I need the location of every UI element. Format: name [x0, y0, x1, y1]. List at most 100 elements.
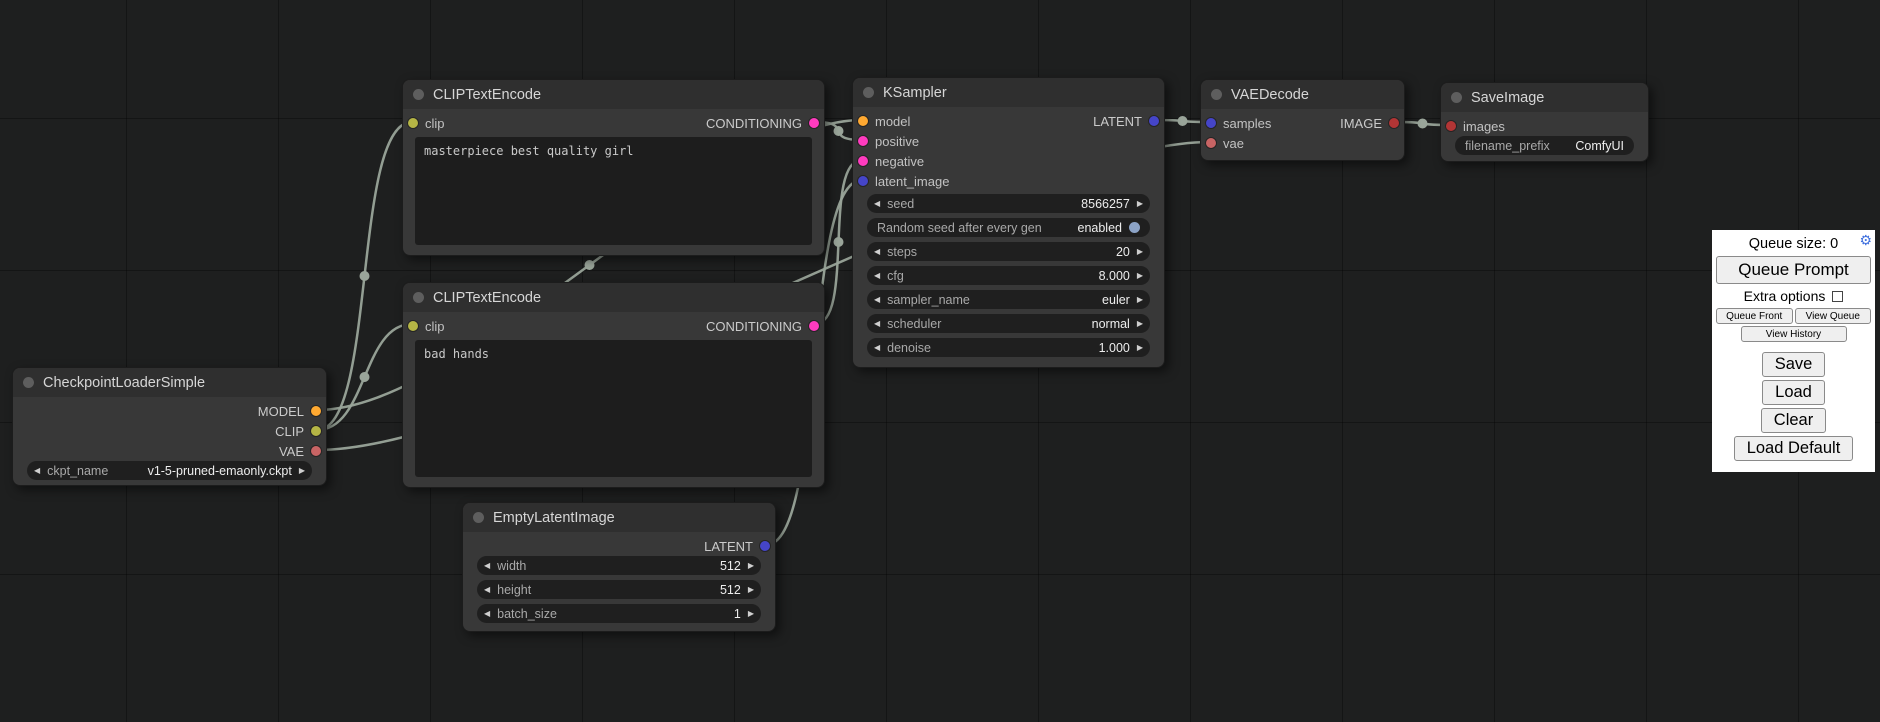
output-connector-latent[interactable]: [1149, 116, 1159, 126]
widget-label: scheduler: [887, 317, 941, 331]
decrement-arrow-icon[interactable]: ◀: [874, 290, 880, 309]
collapse-dot-icon[interactable]: [1211, 89, 1222, 100]
slot-row: VAE: [13, 441, 326, 461]
node-title-bar[interactable]: CLIPTextEncode: [403, 283, 824, 312]
save-button[interactable]: Save: [1762, 352, 1826, 377]
output-connector-vae[interactable]: [311, 446, 321, 456]
node-empty-latent-image[interactable]: EmptyLatentImage LATENT ◀ width 512 ▶ ◀ …: [462, 502, 776, 632]
settings-gear-icon[interactable]: ⚙: [1859, 233, 1872, 247]
node-clip-text-encode-negative[interactable]: CLIPTextEncode clip CONDITIONING bad han…: [402, 282, 825, 488]
output-connector-latent[interactable]: [760, 541, 770, 551]
widget-cfg[interactable]: ◀ cfg 8.000 ▶: [867, 266, 1150, 285]
increment-arrow-icon[interactable]: ▶: [748, 556, 754, 575]
widget-filename-prefix[interactable]: filename_prefix ComfyUI: [1455, 136, 1634, 155]
load-button[interactable]: Load: [1762, 380, 1825, 405]
node-title-bar[interactable]: CheckpointLoaderSimple: [13, 368, 326, 397]
input-connector-clip[interactable]: [408, 321, 418, 331]
link-midpoint-dot: [834, 126, 844, 136]
collapse-dot-icon[interactable]: [23, 377, 34, 388]
output-connector-clip[interactable]: [311, 426, 321, 436]
decrement-arrow-icon[interactable]: ◀: [874, 338, 880, 357]
input-label-model: model: [875, 114, 910, 129]
node-title-bar[interactable]: VAEDecode: [1201, 80, 1404, 109]
node-checkpoint-loader[interactable]: CheckpointLoaderSimple MODEL CLIP VAE ◀ …: [12, 367, 327, 486]
load-default-button[interactable]: Load Default: [1734, 436, 1854, 461]
output-label-model: MODEL: [258, 404, 304, 419]
decrement-arrow-icon[interactable]: ◀: [484, 580, 490, 599]
increment-arrow-icon[interactable]: ▶: [1137, 314, 1143, 333]
increment-arrow-icon[interactable]: ▶: [748, 604, 754, 623]
node-clip-text-encode-positive[interactable]: CLIPTextEncode clip CONDITIONING masterp…: [402, 79, 825, 256]
decrement-arrow-icon[interactable]: ◀: [34, 461, 40, 480]
node-vae-decode[interactable]: VAEDecode samples IMAGE vae: [1200, 79, 1405, 161]
node-title-bar[interactable]: KSampler: [853, 78, 1164, 107]
increment-arrow-icon[interactable]: ▶: [1137, 194, 1143, 213]
slot-row: clip CONDITIONING: [403, 113, 824, 133]
view-history-button[interactable]: View History: [1741, 326, 1847, 342]
input-connector-positive[interactable]: [858, 136, 868, 146]
decrement-arrow-icon[interactable]: ◀: [874, 242, 880, 261]
slot-row: samples IMAGE: [1201, 113, 1404, 133]
input-connector-vae[interactable]: [1206, 138, 1216, 148]
toggle-on-icon[interactable]: [1129, 222, 1140, 233]
input-connector-samples[interactable]: [1206, 118, 1216, 128]
collapse-dot-icon[interactable]: [413, 89, 424, 100]
increment-arrow-icon[interactable]: ▶: [1137, 242, 1143, 261]
output-connector-model[interactable]: [311, 406, 321, 416]
extra-options-checkbox[interactable]: [1832, 291, 1843, 302]
collapse-dot-icon[interactable]: [863, 87, 874, 98]
decrement-arrow-icon[interactable]: ◀: [874, 314, 880, 333]
node-title-bar[interactable]: SaveImage: [1441, 83, 1648, 112]
widget-label: filename_prefix: [1465, 139, 1550, 153]
node-title: VAEDecode: [1231, 87, 1309, 103]
collapse-dot-icon[interactable]: [473, 512, 484, 523]
decrement-arrow-icon[interactable]: ◀: [484, 604, 490, 623]
positive-prompt-textarea[interactable]: masterpiece best quality girl: [415, 137, 812, 245]
output-connector-image[interactable]: [1389, 118, 1399, 128]
link-midpoint-dot: [585, 260, 595, 270]
input-connector-clip[interactable]: [408, 118, 418, 128]
queue-front-button[interactable]: Queue Front: [1716, 308, 1793, 324]
input-connector-latent-image[interactable]: [858, 176, 868, 186]
increment-arrow-icon[interactable]: ▶: [299, 461, 305, 480]
link-midpoint-dot: [834, 237, 844, 247]
widget-ckpt-name[interactable]: ◀ ckpt_name v1-5-pruned-emaonly.ckpt ▶: [27, 461, 312, 480]
widget-batch-size[interactable]: ◀ batch_size 1 ▶: [477, 604, 761, 623]
input-connector-model[interactable]: [858, 116, 868, 126]
slot-row: positive: [853, 131, 1164, 151]
widget-random-seed-toggle[interactable]: Random seed after every gen enabled: [867, 218, 1150, 237]
widget-seed[interactable]: ◀ seed 8566257 ▶: [867, 194, 1150, 213]
collapse-dot-icon[interactable]: [413, 292, 424, 303]
node-ksampler[interactable]: KSampler model LATENT positive negative …: [852, 77, 1165, 368]
input-label-samples: samples: [1223, 116, 1271, 131]
increment-arrow-icon[interactable]: ▶: [748, 580, 754, 599]
widget-steps[interactable]: ◀ steps 20 ▶: [867, 242, 1150, 261]
widget-height[interactable]: ◀ height 512 ▶: [477, 580, 761, 599]
node-title-bar[interactable]: EmptyLatentImage: [463, 503, 775, 532]
collapse-dot-icon[interactable]: [1451, 92, 1462, 103]
increment-arrow-icon[interactable]: ▶: [1137, 266, 1143, 285]
node-save-image[interactable]: SaveImage images filename_prefix ComfyUI: [1440, 82, 1649, 162]
slot-row: CLIP: [13, 421, 326, 441]
decrement-arrow-icon[interactable]: ◀: [484, 556, 490, 575]
clear-button[interactable]: Clear: [1761, 408, 1826, 433]
output-connector-conditioning[interactable]: [809, 321, 819, 331]
decrement-arrow-icon[interactable]: ◀: [874, 266, 880, 285]
slot-row: vae: [1201, 133, 1404, 153]
widget-width[interactable]: ◀ width 512 ▶: [477, 556, 761, 575]
graph-canvas[interactable]: CheckpointLoaderSimple MODEL CLIP VAE ◀ …: [0, 0, 1880, 722]
widget-scheduler[interactable]: ◀ scheduler normal ▶: [867, 314, 1150, 333]
negative-prompt-textarea[interactable]: bad hands: [415, 340, 812, 477]
decrement-arrow-icon[interactable]: ◀: [874, 194, 880, 213]
increment-arrow-icon[interactable]: ▶: [1137, 338, 1143, 357]
widget-value: euler: [1102, 293, 1130, 307]
input-connector-images[interactable]: [1446, 121, 1456, 131]
output-connector-conditioning[interactable]: [809, 118, 819, 128]
queue-prompt-button[interactable]: Queue Prompt: [1716, 256, 1871, 284]
increment-arrow-icon[interactable]: ▶: [1137, 290, 1143, 309]
view-queue-button[interactable]: View Queue: [1795, 308, 1872, 324]
node-title-bar[interactable]: CLIPTextEncode: [403, 80, 824, 109]
input-connector-negative[interactable]: [858, 156, 868, 166]
widget-sampler-name[interactable]: ◀ sampler_name euler ▶: [867, 290, 1150, 309]
widget-denoise[interactable]: ◀ denoise 1.000 ▶: [867, 338, 1150, 357]
